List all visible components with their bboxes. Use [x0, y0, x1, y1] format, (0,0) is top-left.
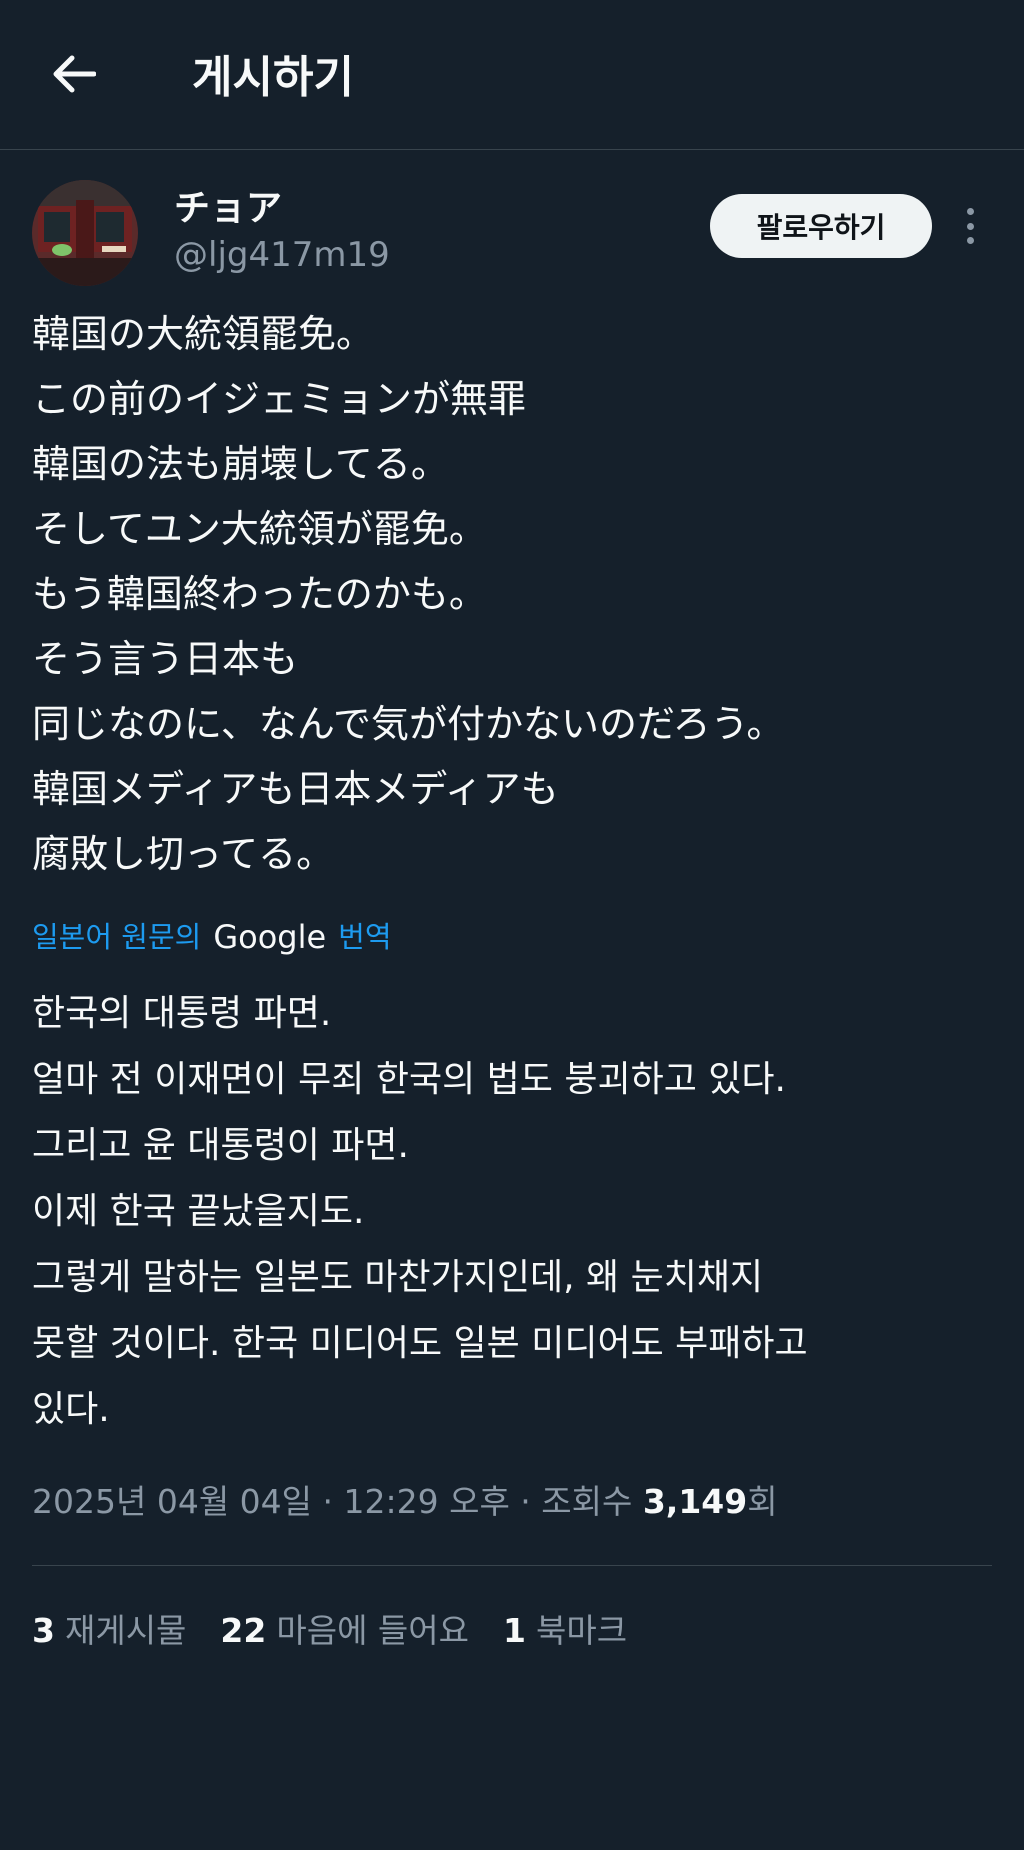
post-line: 韓国メディアも日本メディアも [32, 767, 559, 811]
likes-stat[interactable]: 22 마음에 들어요 [220, 1606, 469, 1656]
dot [966, 222, 974, 230]
translation-prefix: 일본어 원문의 [32, 920, 202, 954]
dot [966, 208, 974, 215]
arrow-left-icon [53, 55, 96, 93]
google-label: Google [213, 918, 327, 956]
translated-line: 그렇게 말하는 일본도 마찬가지인데, 왜 눈치채지 [32, 1257, 764, 1298]
follow-button[interactable]: 팔로우하기 [710, 194, 932, 258]
translated-line: 이제 한국 끝났을지도. [32, 1191, 365, 1232]
views-count: 3,149 [642, 1482, 748, 1521]
likes-label: 마음에 들어요 [276, 1611, 470, 1650]
bookmarks-stat[interactable]: 1 북마크 [503, 1606, 627, 1656]
post-line: 韓国の大統領罷免。 [32, 312, 375, 356]
reposts-stat[interactable]: 3 재게시물 [32, 1606, 186, 1656]
bookmarks-label: 북마크 [535, 1611, 628, 1650]
author-row: チョア @ljg417m19 팔로우하기 [32, 180, 992, 292]
timestamp[interactable]: 2025년 04월 04일 · 12:29 오후 · 조회수 [32, 1482, 643, 1521]
reposts-label: 재게시물 [64, 1611, 187, 1650]
more-vertical-icon[interactable] [952, 204, 988, 248]
bookmarks-count: 1 [503, 1611, 526, 1650]
translation-attribution[interactable]: 일본어 원문의 Google 번역 [32, 915, 992, 959]
translated-line: 못할 것이다. 한국 미디어도 일본 미디어도 부패하고 [32, 1323, 808, 1364]
post-line: 韓国の法も崩壊してる。 [32, 442, 449, 486]
views-suffix: 회 [747, 1482, 778, 1521]
post-line: 腐敗し切ってる。 [32, 832, 335, 876]
reposts-count: 3 [32, 1611, 55, 1650]
page-title: 게시하기 [192, 52, 354, 103]
engagement-stats: 3 재게시물 22 마음에 들어요 1 북마크 [32, 1566, 992, 1656]
back-button[interactable] [48, 48, 100, 100]
translated-line: 한국의 대통령 파면. [32, 993, 332, 1034]
post-line: そしてユン大統領が罷免。 [32, 507, 487, 551]
translated-text: 한국의 대통령 파면. 얼마 전 이재면이 무죄 한국의 법도 붕괴하고 있다.… [32, 981, 992, 1443]
top-bar: 게시하기 [0, 0, 1024, 150]
train-photo-avatar [32, 180, 138, 286]
likes-count: 22 [220, 1611, 267, 1650]
post-line: この前のイジェミョンが無罪 [32, 377, 527, 421]
post-line: 同じなのに、なんで気が付かないのだろう。 [32, 702, 785, 746]
translated-line: 얼마 전 이재면이 무죄 한국의 법도 붕괴하고 있다. [32, 1059, 786, 1100]
translation-suffix: 번역 [338, 920, 392, 954]
post-text: 韓国の大統領罷免。 この前のイジェミョンが無罪 韓国の法も崩壊してる。 そしてユ… [32, 302, 992, 887]
translated-line: 있다. [32, 1389, 110, 1430]
post-line: そう言う日本も [32, 637, 299, 681]
user-handle[interactable]: @ljg417m19 [174, 232, 390, 278]
post: チョア @ljg417m19 팔로우하기 韓国の大統領罷免。 この前のイジェミョ… [0, 150, 1024, 1656]
author-info: チョア @ljg417m19 [174, 186, 390, 278]
post-meta: 2025년 04월 04일 · 12:29 오후 · 조회수 3,149회 [32, 1477, 992, 1566]
post-line: もう韓国終わったのかも。 [32, 572, 487, 616]
avatar[interactable] [32, 180, 138, 286]
display-name[interactable]: チョア [174, 186, 390, 232]
translated-line: 그리고 윤 대통령이 파면. [32, 1125, 409, 1166]
dot [966, 237, 974, 244]
